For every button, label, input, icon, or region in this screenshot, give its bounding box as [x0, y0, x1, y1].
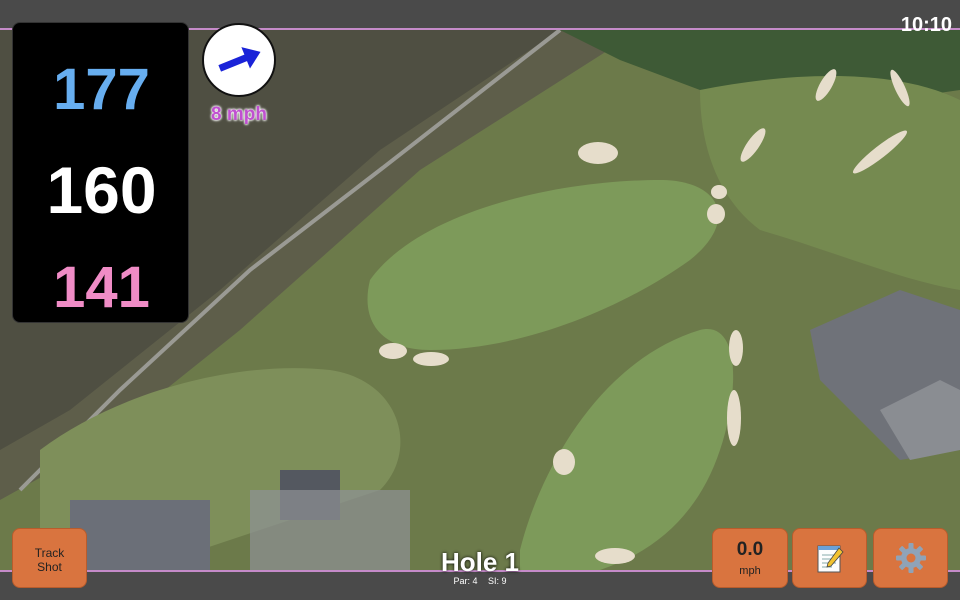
distance-middle: 160	[46, 153, 157, 227]
notepad-icon	[817, 545, 844, 573]
arrow-right-icon	[218, 47, 261, 72]
distance-front: 141	[53, 255, 150, 320]
distance-panel: 177 160 141	[12, 22, 189, 323]
wind-speed: 8 mph	[211, 104, 267, 125]
speed-value: 0.0	[736, 539, 764, 560]
track-shot-label-line1: Track	[34, 546, 65, 560]
speed-unit: mph	[739, 565, 761, 577]
hole-si: SI: 9	[488, 576, 507, 586]
hole-info: Par: 4 SI: 9	[380, 577, 580, 586]
clock: 10:10	[900, 14, 952, 36]
settings-button[interactable]	[873, 528, 948, 588]
hole-title: Hole 1	[440, 547, 520, 577]
hole-par: Par: 4	[453, 576, 478, 586]
track-shot-label-line2: Shot	[37, 560, 62, 574]
speed-button[interactable]: 0.0 mph	[712, 528, 788, 588]
notes-button[interactable]	[792, 528, 867, 588]
gear-icon	[895, 543, 926, 573]
distance-back: 177	[53, 57, 150, 122]
track-shot-button[interactable]: Track Shot	[12, 528, 87, 588]
wind-indicator	[202, 23, 276, 97]
